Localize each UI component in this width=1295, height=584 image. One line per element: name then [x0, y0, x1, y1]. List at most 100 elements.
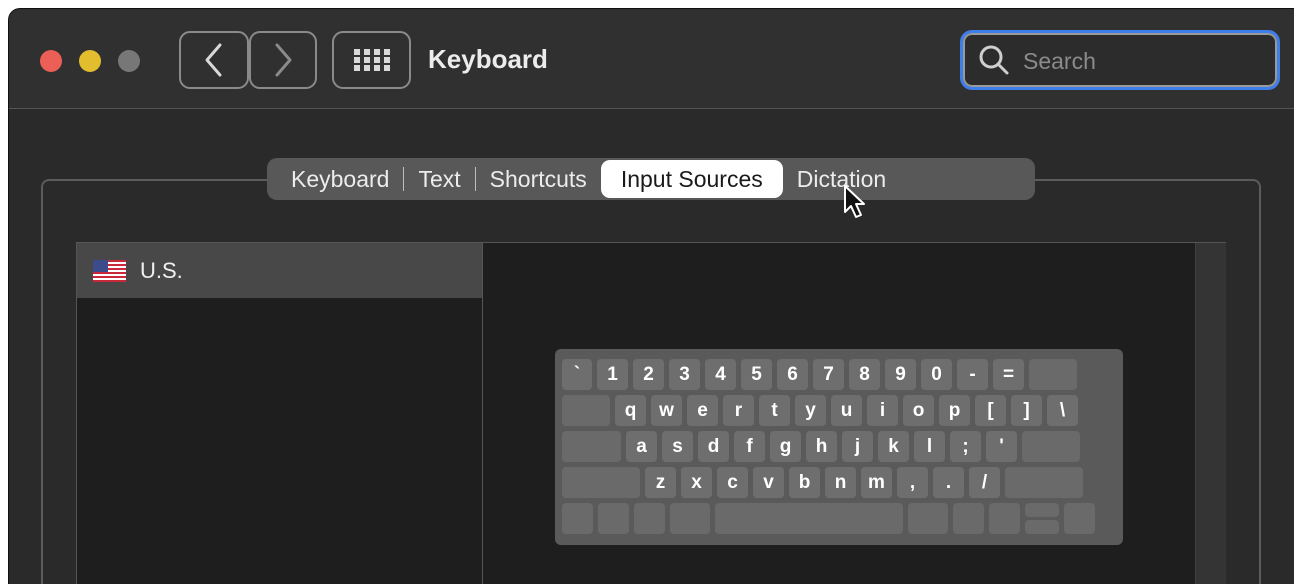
arrow-up-key [1025, 503, 1059, 517]
delete-key [1029, 359, 1077, 390]
system-preferences-window: Keyboard Keyboard Text Shortcuts Input S… [8, 8, 1294, 584]
key: c [717, 467, 748, 498]
right-shift-key [1005, 467, 1083, 498]
key: u [831, 395, 862, 426]
key: . [933, 467, 964, 498]
us-flag-icon [93, 259, 126, 282]
key: n [825, 467, 856, 498]
list-item[interactable]: U.S. [77, 243, 482, 298]
key: 6 [777, 359, 808, 390]
key: 2 [633, 359, 664, 390]
key: x [681, 467, 712, 498]
keyboard-row [562, 503, 1100, 534]
key: 8 [849, 359, 880, 390]
keyboard-row: a s d f g h j k l ; ' [562, 431, 1085, 462]
key: i [867, 395, 898, 426]
key: a [626, 431, 657, 462]
caps-lock-key [562, 431, 621, 462]
tab-bar: Keyboard Text Shortcuts Input Sources Di… [267, 158, 1035, 200]
option-key [634, 503, 665, 534]
key: o [903, 395, 934, 426]
keyboard-row: q w e r t y u i o p [ ] \ [562, 395, 1083, 426]
key: ; [950, 431, 981, 462]
key: - [957, 359, 988, 390]
key: v [753, 467, 784, 498]
key: ' [986, 431, 1017, 462]
key: z [645, 467, 676, 498]
arrow-left-key [989, 503, 1020, 534]
key: h [806, 431, 837, 462]
mouse-pointer-icon [844, 185, 865, 218]
key: q [615, 395, 646, 426]
key: g [770, 431, 801, 462]
forward-button[interactable] [249, 31, 317, 89]
tab-divider [403, 167, 405, 191]
key: , [897, 467, 928, 498]
key: b [789, 467, 820, 498]
zoom-window-button[interactable] [118, 50, 140, 72]
key: s [662, 431, 693, 462]
key: l [914, 431, 945, 462]
key: m [861, 467, 892, 498]
key: y [795, 395, 826, 426]
key: = [993, 359, 1024, 390]
command-key [908, 503, 948, 534]
tab-text[interactable]: Text [408, 158, 470, 200]
scrollbar[interactable] [1195, 243, 1226, 584]
tab-dictation[interactable]: Dictation [787, 158, 896, 200]
grid-icon [353, 49, 390, 71]
key: [ [975, 395, 1006, 426]
keyboard-row: z x c v b n m , . / [562, 467, 1088, 498]
fn-key [562, 503, 593, 534]
key: 4 [705, 359, 736, 390]
arrow-down-key [1025, 520, 1059, 534]
command-key [670, 503, 710, 534]
key: t [759, 395, 790, 426]
tab-shortcuts[interactable]: Shortcuts [480, 158, 597, 200]
key: e [687, 395, 718, 426]
window-title: Keyboard [428, 44, 548, 74]
option-key [953, 503, 984, 534]
input-source-label: U.S. [140, 257, 183, 283]
chevron-right-icon [275, 43, 292, 77]
return-key [1022, 431, 1080, 462]
back-button[interactable] [179, 31, 249, 89]
key: w [651, 395, 682, 426]
key: f [734, 431, 765, 462]
keyboard-layout-preview: ` 1 2 3 4 5 6 7 8 9 0 - = q w e r t y u … [555, 349, 1123, 545]
key: 5 [741, 359, 772, 390]
key: p [939, 395, 970, 426]
chevron-left-icon [205, 43, 222, 77]
tab-keyboard[interactable]: Keyboard [281, 158, 399, 200]
key: / [969, 467, 1000, 498]
tab-input-sources[interactable]: Input Sources [600, 160, 783, 198]
key: d [698, 431, 729, 462]
arrow-up-down-keys [1025, 503, 1059, 534]
key: 7 [813, 359, 844, 390]
key: ` [562, 359, 592, 390]
close-window-button[interactable] [40, 50, 62, 72]
input-sources-list[interactable]: U.S. [76, 242, 483, 584]
key: 3 [669, 359, 700, 390]
arrow-right-key [1064, 503, 1095, 534]
space-bar-key [715, 503, 903, 534]
show-all-button[interactable] [332, 31, 411, 89]
key: j [842, 431, 873, 462]
key: 1 [597, 359, 628, 390]
tab-key [562, 395, 610, 426]
search-input[interactable] [1021, 44, 1265, 78]
search-field[interactable] [960, 30, 1280, 90]
key: k [878, 431, 909, 462]
left-shift-key [562, 467, 640, 498]
key: r [723, 395, 754, 426]
title-bar: Keyboard [9, 9, 1294, 109]
key: ] [1011, 395, 1042, 426]
tab-divider [474, 167, 476, 191]
control-key [598, 503, 629, 534]
magnifier-icon [979, 45, 1009, 75]
key: \ [1047, 395, 1078, 426]
key: 9 [885, 359, 916, 390]
minimize-window-button[interactable] [79, 50, 101, 72]
key: 0 [921, 359, 952, 390]
keyboard-row: ` 1 2 3 4 5 6 7 8 9 0 - = [562, 359, 1082, 390]
